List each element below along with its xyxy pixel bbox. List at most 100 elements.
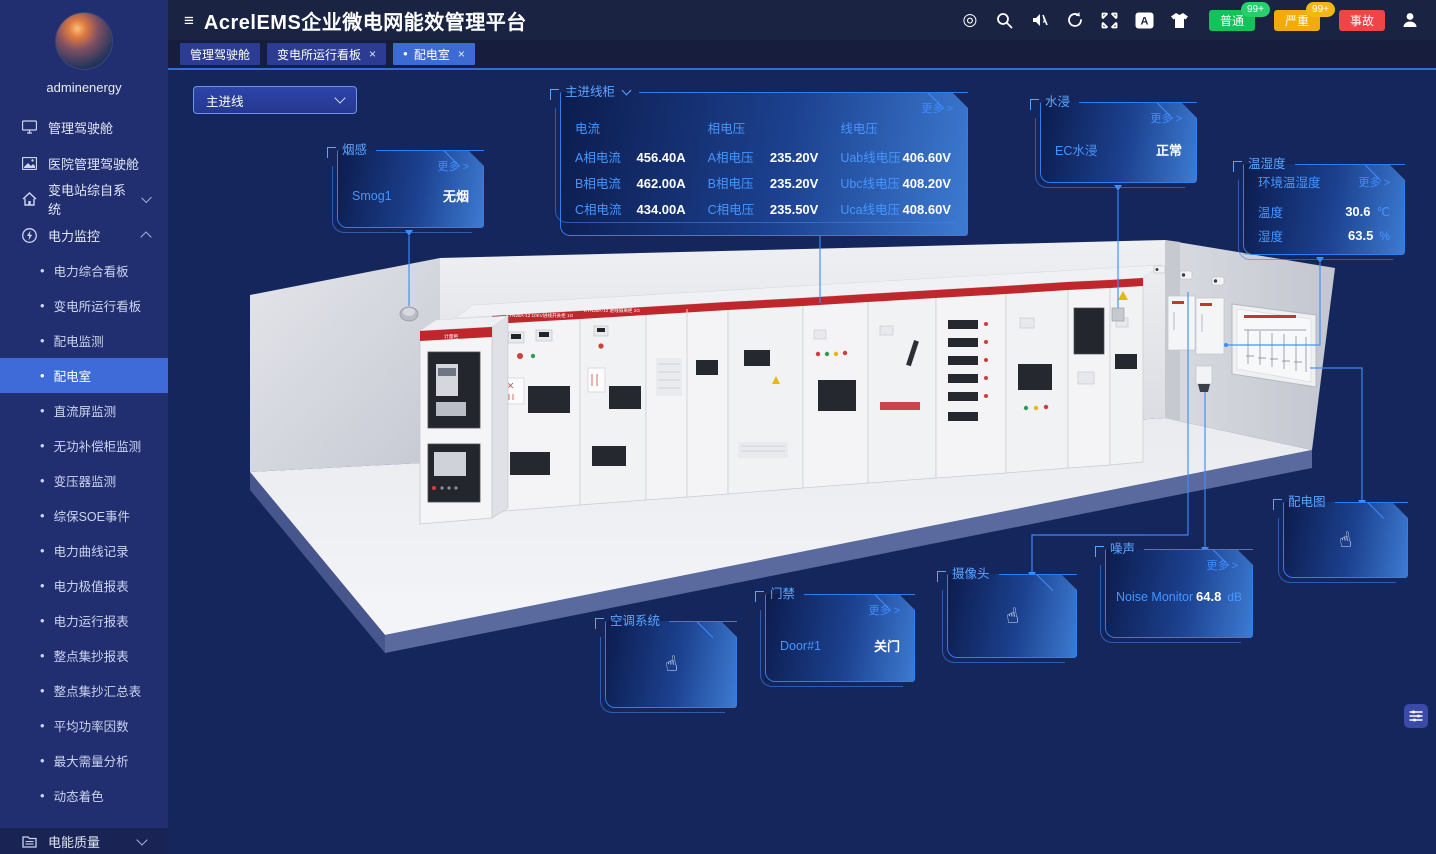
sidebar-item-substation-system[interactable]: 变电站综自系统	[0, 181, 168, 217]
noise-more-link[interactable]: 更多 >	[1207, 557, 1238, 573]
frame-corner	[937, 571, 946, 582]
distribution-map-open-button[interactable]: ☝	[1283, 502, 1408, 578]
main-cabinet-more-link[interactable]: 更多 >	[922, 100, 953, 116]
metric-value: 63.5	[1348, 228, 1373, 243]
hvac-open-button[interactable]: ☝	[605, 621, 737, 708]
bullet-icon: •	[40, 544, 45, 557]
alarm-badge-accident[interactable]: 事故	[1339, 10, 1385, 31]
panel-title: 水浸	[1045, 91, 1070, 110]
hamburger-menu-icon[interactable]: ≡	[184, 12, 194, 29]
user-icon[interactable]	[1400, 10, 1420, 30]
sidebar-item-max-demand[interactable]: •最大需量分析	[0, 743, 168, 778]
metric-unit: dB	[1227, 590, 1242, 604]
column-header: 相电压	[708, 118, 819, 137]
sidebar-item-power-quality[interactable]: 电能质量	[0, 828, 168, 854]
sensor-value: 正常	[1156, 140, 1182, 159]
alarm-count-severe: 99+	[1306, 2, 1335, 17]
sidebar-item-extreme-report[interactable]: •电力极值报表	[0, 568, 168, 603]
sidebar-item-power-overview[interactable]: •电力综合看板	[0, 253, 168, 288]
sensor-name: 环境温湿度	[1258, 172, 1321, 191]
search-icon[interactable]	[995, 10, 1015, 30]
sidebar-item-soe-events[interactable]: •综保SOE事件	[0, 498, 168, 533]
report-icon	[22, 835, 37, 848]
sensor-name: Door#1	[780, 639, 821, 653]
sensor-value: 关门	[874, 636, 900, 655]
power-icon	[22, 228, 37, 243]
sidebar-item-label: 医院管理驾驶舱	[48, 154, 139, 173]
feeder-select-value: 主进线	[206, 91, 244, 110]
sidebar-item-substation-board[interactable]: •变电所运行看板	[0, 288, 168, 323]
sensor-value: 无烟	[443, 186, 469, 205]
theme-shirt-icon[interactable]	[1170, 10, 1190, 30]
hvac-panel: 空调系统 ☝	[605, 613, 737, 708]
metric-label: 温度	[1258, 202, 1283, 221]
user-avatar[interactable]	[56, 13, 112, 69]
metric-value: 30.6	[1345, 204, 1370, 219]
sidebar-item-dc-screen[interactable]: •直流屏监测	[0, 393, 168, 428]
frame-corner	[550, 89, 559, 100]
alarm-badge-accident-wrap: 事故	[1339, 10, 1385, 31]
app-root: ≡ AcrelEMS企业微电网能效管理平台 ◎ A 普通	[0, 0, 1436, 854]
sidebar-item-dynamic-coloring[interactable]: •动态着色	[0, 778, 168, 813]
sensor-name: EC水浸	[1055, 140, 1097, 159]
sidebar-item-power-monitoring[interactable]: 电力监控	[0, 217, 168, 253]
water-more-link[interactable]: 更多 >	[1151, 110, 1182, 126]
refresh-icon[interactable]	[1065, 10, 1085, 30]
bullet-icon: •	[40, 509, 45, 522]
active-dot-icon: ●	[403, 50, 408, 58]
sliders-icon	[1409, 710, 1423, 722]
panel-title: 温湿度	[1248, 153, 1286, 172]
cabinet-banner-label: 计量柜	[444, 333, 459, 340]
bullet-icon: •	[40, 719, 45, 732]
metric-unit: ℃	[1377, 205, 1390, 219]
sidebar-item-power-curve[interactable]: •电力曲线记录	[0, 533, 168, 568]
panel-title: 主进线柜	[565, 81, 615, 100]
measurement-grid: 电流 A相电流456.40A B相电流462.00A C相电流434.00A 相…	[561, 92, 967, 235]
smoke-more-link[interactable]: 更多 >	[438, 158, 469, 174]
tab-management-cockpit[interactable]: 管理驾驶舱	[180, 43, 260, 65]
frame-corner	[1233, 161, 1242, 172]
fullscreen-icon[interactable]	[1100, 10, 1120, 30]
sidebar-item-distribution-room[interactable]: •配电室	[0, 358, 168, 393]
sidebar-item-avg-power-factor[interactable]: •平均功率因数	[0, 708, 168, 743]
feeder-select[interactable]: 主进线	[193, 86, 357, 114]
tab-close-icon[interactable]: ×	[458, 47, 465, 61]
column-header: 电流	[575, 118, 686, 137]
hand-pointer-icon: ☝	[1004, 603, 1020, 629]
sensor-name: Smog1	[352, 189, 392, 203]
font-size-icon[interactable]: A	[1135, 10, 1155, 30]
sidebar-item-hourly-summary[interactable]: •整点集抄汇总表	[0, 673, 168, 708]
panel-title: 门禁	[770, 583, 795, 602]
mute-icon[interactable]	[1030, 10, 1050, 30]
sidebar-item-distribution-monitor[interactable]: •配电监测	[0, 323, 168, 358]
sidebar-nav: 管理驾驶舱 医院管理驾驶舱 变电站综自系统 电力监控 •电力综合看板 •变电所运…	[0, 109, 168, 813]
camera-open-button[interactable]: ☝	[947, 574, 1077, 658]
sidebar-item-hourly-report[interactable]: •整点集抄报表	[0, 638, 168, 673]
page-title: AcrelEMS企业微电网能效管理平台	[204, 6, 527, 35]
room-left-wall	[250, 258, 440, 472]
tab-distribution-room[interactable]: ● 配电室 ×	[393, 43, 475, 65]
tab-substation-board[interactable]: 变电所运行看板 ×	[267, 43, 386, 65]
sidebar-item-hospital-cockpit[interactable]: 医院管理驾驶舱	[0, 145, 168, 181]
sidebar-item-transformer-monitor[interactable]: •变压器监测	[0, 463, 168, 498]
target-icon[interactable]: ◎	[960, 10, 980, 30]
home-icon	[22, 192, 37, 206]
tab-close-icon[interactable]: ×	[369, 47, 376, 61]
sidebar-item-label: 电能质量	[48, 832, 100, 851]
door-more-link[interactable]: 更多 >	[869, 602, 900, 618]
sidebar-item-operation-report[interactable]: •电力运行报表	[0, 603, 168, 638]
scene-filter-button[interactable]	[1404, 704, 1428, 728]
bullet-icon: •	[40, 369, 45, 382]
frame-corner	[1030, 99, 1039, 110]
door-access-panel: 门禁 更多 > Door#1 关门	[765, 586, 915, 682]
wall-control-boxes	[1168, 296, 1224, 354]
temp-humidity-more-link[interactable]: 更多 >	[1359, 174, 1390, 190]
tab-label: 配电室	[414, 46, 450, 63]
column-header: 线电压	[840, 118, 951, 137]
sidebar-item-management-cockpit[interactable]: 管理驾驶舱	[0, 109, 168, 145]
chevron-down-icon	[141, 192, 152, 203]
tab-bar: 管理驾驶舱 变电所运行看板 × ● 配电室 ×	[168, 40, 1436, 70]
chevron-down-icon	[136, 834, 147, 845]
chevron-down-icon[interactable]	[622, 85, 632, 95]
sidebar-item-reactive-compensation[interactable]: •无功补偿柜监测	[0, 428, 168, 463]
